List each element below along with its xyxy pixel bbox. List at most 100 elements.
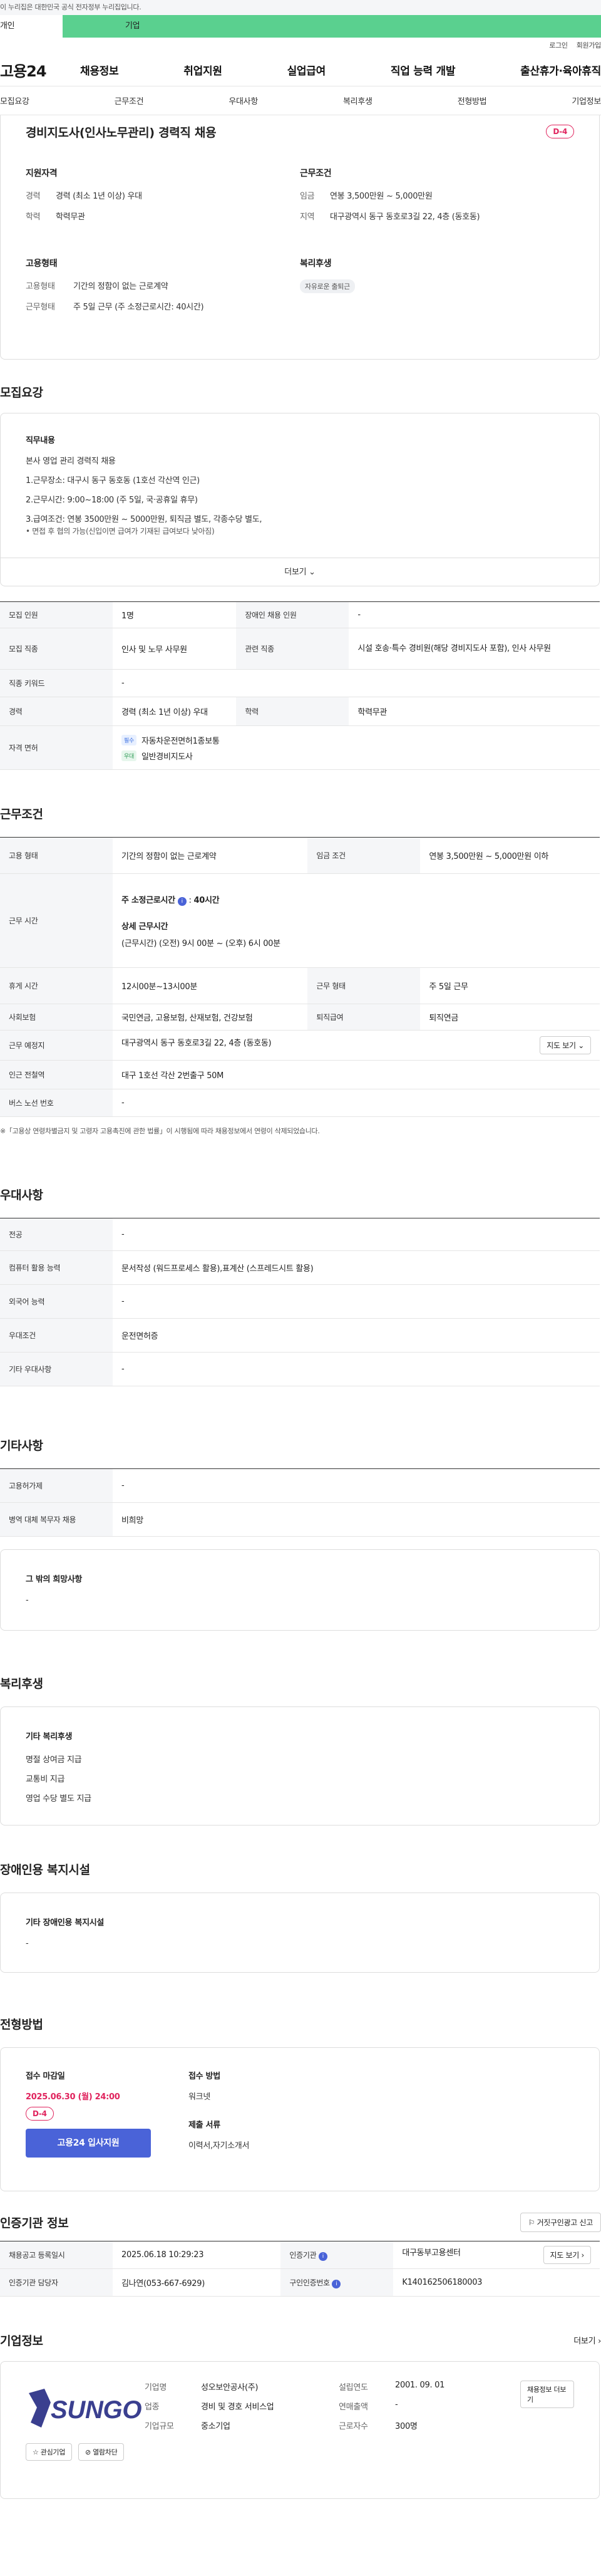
employment-type-value: 기간의 정함이 없는 근로계약 <box>73 282 168 291</box>
dday-badge: D-4 <box>546 125 574 138</box>
signup-link[interactable]: 회원가입 <box>577 41 601 49</box>
chevron-right-icon: › <box>598 2337 601 2346</box>
company-more-label: 더보기 <box>573 2337 596 2346</box>
facility-value: - <box>26 1939 29 1948</box>
license-item: 필수 자동차운전면허1종보통 <box>121 734 591 746</box>
nav-item-unemployment[interactable]: 실업급여 <box>287 62 326 78</box>
tab-business[interactable]: 기업 <box>63 15 601 38</box>
favorite-label: 관심기업 <box>40 2448 66 2456</box>
station-label: 인근 전철역 <box>0 1060 113 1089</box>
work-shape-value: 주 5일 근무 <box>420 967 600 1004</box>
company-size-label: 기업규모 <box>145 2422 174 2431</box>
company-more-link[interactable]: 더보기 › <box>573 2334 601 2346</box>
cert-map-label: 지도 보기 <box>550 2251 580 2260</box>
count-label: 모집 인원 <box>0 601 113 628</box>
job-title: 경비지도사(인사노무관리) 경력직 채용 <box>26 125 217 140</box>
pref-etc-label: 기타 우대사항 <box>0 1352 113 1386</box>
welfare-tag: 자유로운 출퇴근 <box>300 279 355 293</box>
company-logo: SUNGO <box>26 2381 145 2437</box>
tab-process[interactable]: 전형방법 <box>458 95 487 106</box>
welfare-card: 기타 복리후생 명절 상여금 지급 교통비 지급 영업 수당 별도 지급 <box>0 1706 600 1826</box>
docs-label: 제출 서류 <box>188 2121 220 2130</box>
bus-label: 버스 노선 번호 <box>0 1089 113 1117</box>
company-jobs-button[interactable]: 채용정보 더보기 <box>520 2381 574 2408</box>
welfare-block: 복리후생 자유로운 출퇴근 <box>300 257 574 330</box>
flag-icon: ⚐ <box>528 2218 535 2227</box>
tab-company[interactable]: 기업정보 <box>572 95 601 106</box>
manager-label: 인증기관 담당자 <box>0 2268 113 2297</box>
related-value: 시설 호송·특수 경비원(해당 경비지도사 포함), 인사 사무원 <box>349 628 600 670</box>
preferred-tag: 우대 <box>121 750 136 761</box>
career-value: 경력 (최소 1년 이상) 우대 <box>113 697 237 726</box>
location-label: 지역 <box>300 212 315 222</box>
info-icon[interactable]: i <box>332 2279 341 2288</box>
report-button[interactable]: ⚐ 거짓구인광고 신고 <box>520 2213 601 2232</box>
employees-label: 근로자수 <box>339 2422 368 2431</box>
computer-skill-label: 컴퓨터 활용 능력 <box>0 1250 113 1285</box>
other-heading: 기타사항 <box>0 1439 43 1453</box>
education-label: 학력 <box>236 697 349 726</box>
insurance-value: 국민연금, 고용보험, 산재보험, 건강보험 <box>113 1004 308 1031</box>
recruit-table: 모집 인원 1명 장애인 채용 인원 - 모집 직종 인사 및 노무 사무원 관련 직종 시… <box>0 601 600 770</box>
age-notice: ※「고용상 연령차별금지 및 고령자 고용촉진에 관한 법률」이 시행됨에 따라… <box>0 1127 320 1135</box>
keyword-value: - <box>113 669 600 697</box>
recruit-heading: 모집요강 <box>0 386 43 400</box>
login-link[interactable]: 로그인 <box>549 41 568 49</box>
cert-table: 채용공고 등록일시 2025.06.18 10:29:23 인증기관 i 대구동부고용… <box>0 2241 600 2297</box>
tab-personal[interactable]: 개인 <box>0 15 63 38</box>
job-label: 모집 직종 <box>0 628 113 670</box>
cert-org-label-cell: 인증기관 i <box>280 2241 394 2269</box>
company-header: 기업정보 더보기 › <box>0 2332 601 2349</box>
condition-block: 근무조건 임금 연봉 3,500만원 ~ 5,000만원 지역 대구광역시 동구 동… <box>300 167 574 239</box>
disabled-label: 장애인 채용 인원 <box>236 601 349 628</box>
cert-no-value: K140162506180003 <box>393 2268 600 2297</box>
dday-badge: D-4 <box>26 2107 54 2121</box>
work-type-value: 주 5일 근무 (주 소정근로시간: 40시간) <box>73 303 204 312</box>
tab-preferences[interactable]: 우대사항 <box>229 95 258 106</box>
apply-button[interactable]: 고용24 입사지원 <box>26 2129 151 2158</box>
duty-line: 본사 영업 관리 경력직 채용 <box>26 457 116 466</box>
company-heading: 기업정보 <box>0 2334 43 2348</box>
company-card: SUNGO ☆ 관심기업 ⊘ 열람차단 기업명 성오보안공사(주) 설립연도 2001… <box>0 2361 600 2499</box>
insurance-label: 사회보험 <box>0 1004 113 1031</box>
header-utility: 로그인 회원가입 <box>0 38 601 54</box>
map-button[interactable]: 지도 보기 ⌄ <box>540 1036 591 1054</box>
preferences-table: 전공 - 컴퓨터 활용 능력 문서작성 (워드프로세스 활용),표계산 (스프레드시… <box>0 1218 600 1386</box>
license-item: 우대 일반경비지도사 <box>121 750 591 762</box>
preferences-heading: 우대사항 <box>0 1188 43 1202</box>
block-view-button[interactable]: ⊘ 열람차단 <box>78 2443 125 2461</box>
employment-type-label: 고용 형태 <box>0 837 113 874</box>
career-value: 경력 (최소 1년 이상) 우대 <box>56 192 142 201</box>
license-name: 자동차운전면허1종보통 <box>141 736 220 746</box>
tab-work-conditions[interactable]: 근무조건 <box>115 95 144 106</box>
nav-item-employment-support[interactable]: 취업지원 <box>183 62 222 78</box>
nav-item-jobs[interactable]: 채용정보 <box>80 62 119 78</box>
tab-welfare[interactable]: 복리후생 <box>343 95 372 106</box>
nav-item-parental-leave[interactable]: 출산휴가·육아휴직 <box>520 62 601 78</box>
detail-hours-value: (근무시간) (오전) 9시 00분 ~ (오후) 6시 00분 <box>121 938 280 948</box>
info-icon[interactable]: i <box>318 2251 327 2261</box>
chevron-right-icon: › <box>581 2251 585 2260</box>
employment-type-value: 기간의 정함이 없는 근로계약 <box>113 837 308 874</box>
welfare-item: 교통비 지급 <box>26 1775 65 1784</box>
site-logo[interactable]: 고용24 <box>0 59 75 81</box>
block-label: 열람차단 <box>93 2448 118 2456</box>
cert-map-button[interactable]: 지도 보기 › <box>543 2246 591 2264</box>
education-label: 학력 <box>26 212 41 222</box>
nav-item-training[interactable]: 직업 능력 개발 <box>391 62 456 78</box>
license-label: 자격 면허 <box>0 725 113 770</box>
deadline-value: 2025.06.30 (월) 24:00 <box>26 2092 120 2102</box>
duty-line: 2.근무시간: 9:00~18:00 (주 5일, 국·공휴일 휴무) <box>26 496 198 505</box>
disabled-value: - <box>349 601 600 628</box>
info-icon[interactable]: i <box>177 896 187 906</box>
tab-recruit[interactable]: 모집요강 <box>0 95 29 106</box>
location-value: 대구광역시 동구 동호로3길 22, 4층 (동호동) <box>330 212 480 222</box>
work-shape-label: 근무 형태 <box>307 967 421 1004</box>
favorite-company-button[interactable]: ☆ 관심기업 <box>26 2443 73 2461</box>
job-description-card: 직무내용 본사 영업 관리 경력직 채용 1.근무장소: 대구시 동구 동호동 … <box>0 413 600 558</box>
cert-header: 인증기관 정보 ⚐ 거짓구인광고 신고 <box>0 2213 601 2232</box>
sales-value: - <box>395 2400 398 2409</box>
work-permit-label: 고용허가제 <box>0 1468 113 1503</box>
more-button[interactable]: 더보기 ⌄ <box>0 558 600 586</box>
job-title-bar: 경비지도사(인사노무관리) 경력직 채용 D-4 <box>1 115 599 148</box>
